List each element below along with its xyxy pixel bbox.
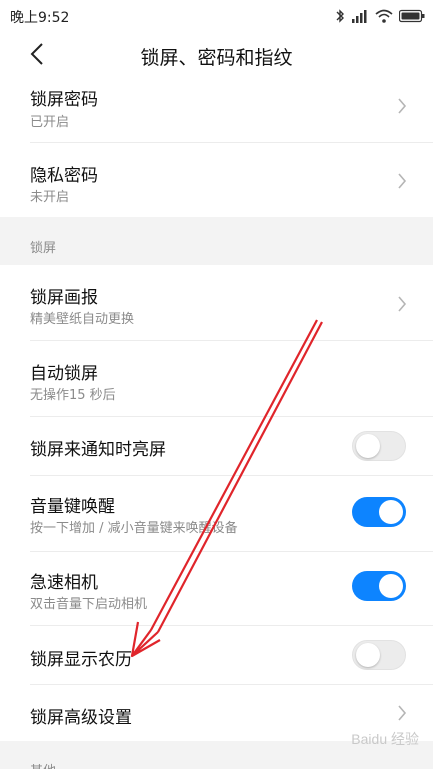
privacy-password-row[interactable]: 隐私密码 未开启	[0, 143, 433, 217]
title-bar: 锁屏、密码和指纹	[0, 32, 433, 78]
toggle-knob	[356, 434, 380, 458]
row-subtitle: 双击音量下启动相机	[30, 597, 148, 612]
watermark: Baidu 经验	[351, 731, 419, 747]
lunar-toggle[interactable]	[352, 640, 406, 670]
notify-wake-toggle[interactable]	[352, 431, 406, 461]
chevron-right-icon	[398, 98, 407, 114]
battery-icon	[399, 9, 425, 23]
row-title: 锁屏显示农历	[30, 650, 132, 670]
toggle-knob	[379, 500, 403, 524]
section-header-lock: 锁屏	[0, 217, 433, 265]
row-subtitle: 已开启	[30, 115, 70, 130]
bluetooth-icon	[336, 9, 344, 23]
row-title: 急速相机	[30, 573, 98, 593]
chevron-right-icon	[398, 705, 407, 721]
volume-wake-toggle[interactable]	[352, 497, 406, 527]
row-title: 锁屏画报	[30, 288, 98, 308]
section-label: 其他	[30, 760, 56, 769]
row-title: 自动锁屏	[30, 364, 98, 384]
wifi-icon	[375, 9, 393, 23]
chevron-right-icon	[398, 173, 407, 189]
lunar-row: 锁屏显示农历	[0, 626, 433, 684]
notify-wake-row: 锁屏来通知时亮屏	[0, 417, 433, 475]
toggle-knob	[356, 643, 380, 667]
row-subtitle: 精美壁纸自动更换	[30, 312, 135, 327]
status-icons	[335, 8, 425, 24]
status-bar: 晚上9:52	[0, 0, 433, 32]
row-subtitle: 未开启	[30, 190, 70, 205]
toggle-knob	[379, 574, 403, 598]
status-time: 晚上9:52	[10, 10, 70, 26]
row-subtitle: 无操作15 秒后	[30, 388, 116, 403]
volume-wake-row: 音量键唤醒 按一下增加 / 减小音量键来唤醒设备	[0, 476, 433, 550]
row-subtitle: 按一下增加 / 减小音量键来唤醒设备	[30, 521, 238, 536]
row-title: 音量键唤醒	[30, 497, 115, 517]
auto-lock-row[interactable]: 自动锁屏 无操作15 秒后	[0, 341, 433, 415]
row-title: 锁屏密码	[30, 90, 98, 110]
row-title: 锁屏高级设置	[30, 708, 132, 728]
row-title: 隐私密码	[30, 166, 98, 186]
section-label: 锁屏	[30, 241, 57, 256]
page-title: 锁屏、密码和指纹	[140, 47, 293, 69]
lock-password-row[interactable]: 锁屏密码 已开启	[0, 78, 433, 138]
chevron-right-icon	[398, 296, 407, 312]
row-title: 锁屏来通知时亮屏	[30, 440, 166, 460]
quick-camera-toggle[interactable]	[352, 571, 406, 601]
signal-icon	[352, 10, 367, 23]
wallpaper-row[interactable]: 锁屏画报 精美壁纸自动更换	[0, 265, 433, 339]
quick-camera-row: 急速相机 双击音量下启动相机	[0, 552, 433, 624]
